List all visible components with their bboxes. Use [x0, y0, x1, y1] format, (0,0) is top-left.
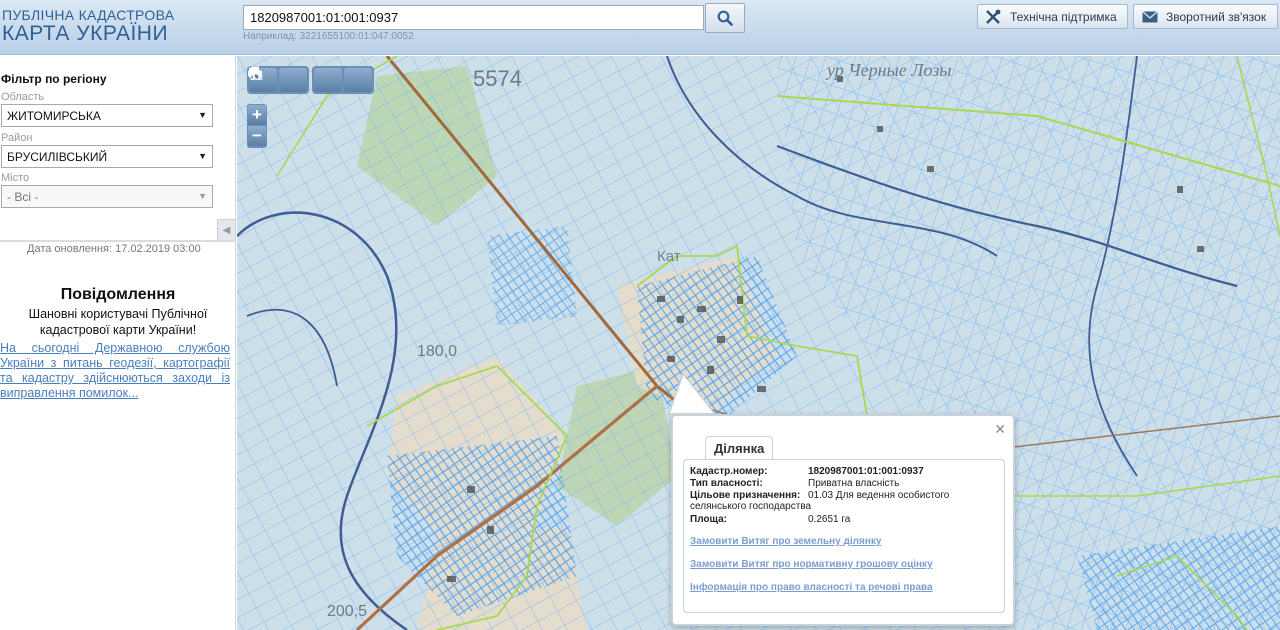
row-cadastral-key: Кадастр.номер:: [690, 466, 767, 477]
order-land-extract-link[interactable]: Замовити Витяг про земельну ділянку: [690, 536, 881, 547]
filter-title: Фільтр по регіону: [1, 72, 107, 86]
map-label-elevation-2: 200,5: [327, 603, 367, 620]
purpose-value-text: 01.03 Для ведення особистого селянського…: [690, 490, 950, 512]
tech-support-button[interactable]: Технічна підтримка: [977, 4, 1128, 29]
map-label-number: 5574: [473, 66, 522, 91]
cadastral-key: Кадастр.номер:: [690, 466, 768, 477]
svg-text:?: ?: [257, 73, 262, 82]
notice-body: Шановні користувачі Публічної кадастрово…: [28, 307, 208, 337]
search-input[interactable]: [243, 5, 704, 30]
ownership-key: Тип власності:: [690, 478, 763, 489]
area-key: Площа:: [690, 514, 727, 525]
zoom-control: + −: [247, 104, 267, 148]
tools-icon: [984, 8, 1002, 26]
sidebar-divider: [0, 240, 236, 242]
identify-button[interactable]: ?: [249, 67, 372, 92]
ownership-info-link[interactable]: Інформація про право власності та речові…: [690, 582, 933, 593]
search-button[interactable]: [705, 3, 745, 33]
rayon-value: БРУСИЛІВСЬКИЙ: [7, 149, 108, 164]
oblast-label: Область: [1, 91, 45, 103]
map-label-elevation-1: 180,0: [417, 343, 457, 360]
map-label-village: Кат: [657, 248, 681, 265]
zoom-in-button[interactable]: +: [248, 105, 266, 125]
notice-title: Повідомлення: [60, 286, 176, 303]
search-icon: [717, 10, 733, 26]
cadastral-map-app: ПУБЛІЧНА КАДАСТРОВА КАРТА УКРАЇНИ Наприк…: [0, 0, 1280, 630]
measure-area-button[interactable]: M: [249, 68, 307, 92]
rayon-select[interactable]: БРУСИЛІВСЬКИЙ ▼: [1, 145, 213, 168]
misto-label: Місто: [1, 172, 30, 184]
notice-link[interactable]: На сьогодні Державною службою України з …: [0, 341, 236, 401]
collapse-sidebar-button[interactable]: ◀: [217, 219, 236, 241]
feedback-label: Зворотний зв'язок: [1166, 9, 1267, 24]
logo-bottom-text: КАРТА УКРАЇНИ: [2, 22, 169, 45]
header: ПУБЛІЧНА КАДАСТРОВА КАРТА УКРАЇНИ Наприк…: [0, 0, 1280, 55]
map-label-place: ур Черные Лозы: [825, 60, 951, 80]
rayon-label: Район: [1, 132, 33, 144]
close-icon[interactable]: ✕: [994, 421, 1006, 438]
tab-parcel[interactable]: Ділянка: [705, 436, 774, 460]
order-valuation-extract-link[interactable]: Замовити Витяг про нормативну грошову оц…: [690, 559, 933, 570]
update-date: Дата оновлення: 17.02.2019 03:00: [27, 243, 201, 255]
action-tool-group: ?: [248, 66, 374, 94]
misto-select[interactable]: - Всі - ▼: [1, 185, 213, 208]
logo[interactable]: ПУБЛІЧНА КАДАСТРОВА КАРТА УКРАЇНИ: [2, 7, 174, 45]
dropdown-arrow-icon: ▼: [198, 151, 207, 161]
area-value: 0.2651 га: [808, 514, 851, 525]
cadastral-value: 1820987001:01:001:0937: [808, 466, 924, 477]
print-button[interactable]: [248, 66, 342, 92]
misto-value: - Всі -: [7, 189, 39, 204]
tech-support-label: Технічна підтримка: [1010, 9, 1117, 24]
oblast-select[interactable]: ЖИТОМИРСЬКА ▼: [1, 104, 213, 127]
chevron-left-icon: ◀: [222, 224, 231, 236]
dropdown-arrow-icon: ▼: [198, 191, 207, 201]
dropdown-arrow-icon: ▼: [198, 110, 207, 120]
sidebar: Фільтр по регіону Область ЖИТОМИРСЬКА ▼ …: [0, 56, 236, 630]
parcel-info-panel: Кадастр.номер: 1820987001:01:001:0937 Ти…: [683, 459, 1005, 613]
logo-top-text: ПУБЛІЧНА КАДАСТРОВА: [2, 7, 175, 23]
parcel-popup: ✕ Ділянка Кадастр.номер: 1820987001:01:0…: [671, 414, 1015, 626]
envelope-icon: [1142, 10, 1158, 23]
oblast-value: ЖИТОМИРСЬКА: [7, 108, 101, 123]
map-toolbar: M M ?: [247, 66, 374, 94]
search-hint: Наприклад: 3221655100:01:047:0052: [243, 31, 414, 42]
zoom-out-button[interactable]: −: [248, 126, 266, 146]
feedback-button[interactable]: Зворотний зв'язок: [1133, 4, 1278, 29]
pointer-question-icon: ?: [249, 67, 262, 82]
ownership-value: Приватна власність: [808, 478, 900, 489]
